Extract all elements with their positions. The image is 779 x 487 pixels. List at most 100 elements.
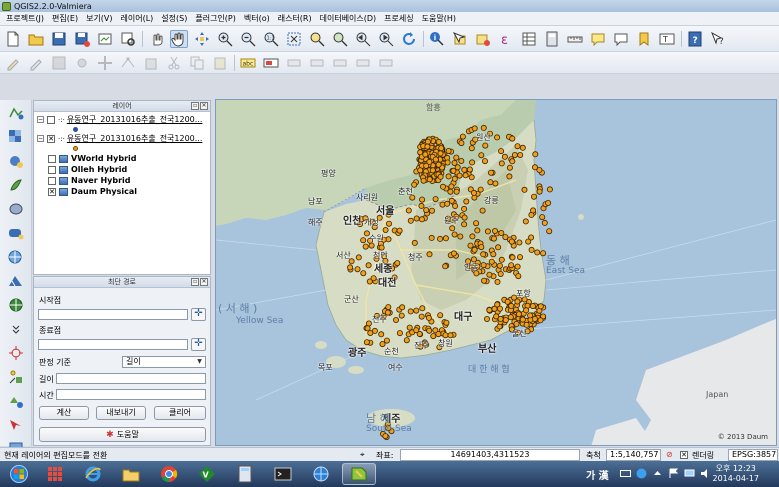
attribute-table-icon[interactable] — [520, 30, 538, 48]
tray-arrow-icon[interactable] — [652, 468, 663, 479]
deselect-icon[interactable] — [474, 30, 492, 48]
menu-edit[interactable]: 편집(E) — [48, 13, 82, 24]
current-edits-icon[interactable] — [4, 54, 22, 72]
taskbar-cmd[interactable] — [266, 463, 300, 485]
crs-status-button[interactable]: EPSG:3857 — [728, 449, 778, 461]
close-panel-button[interactable]: ✕ — [200, 102, 208, 110]
add-wcs-icon[interactable] — [7, 272, 25, 290]
menu-project[interactable]: 프로젝트(J) — [2, 13, 48, 24]
float-panel-button[interactable]: ▫ — [191, 102, 199, 110]
composer-manager-icon[interactable] — [119, 30, 137, 48]
add-wfs-icon[interactable] — [7, 296, 25, 314]
help-tray-icon[interactable] — [636, 468, 647, 479]
zoom-to-selection-icon[interactable] — [308, 30, 326, 48]
gps-icon[interactable] — [7, 344, 25, 362]
node-tool-icon[interactable] — [119, 54, 137, 72]
add-spatialite-icon[interactable] — [7, 176, 25, 194]
add-wms-icon[interactable] — [7, 248, 25, 266]
new-project-icon[interactable] — [4, 30, 22, 48]
zoom-next-icon[interactable] — [377, 30, 395, 48]
toggle-editing-icon[interactable] — [27, 54, 45, 72]
export-button[interactable]: 내보내기 — [96, 406, 146, 420]
identify-icon[interactable]: i — [428, 30, 446, 48]
save-project-icon[interactable] — [50, 30, 68, 48]
new-bookmark-icon[interactable] — [635, 30, 653, 48]
pan-map-icon[interactable] — [170, 29, 188, 48]
expression-select-icon[interactable]: ε — [497, 30, 515, 48]
layer-row[interactable]: Naver Hybrid — [48, 175, 131, 186]
show-hide-labels-icon[interactable] — [308, 54, 326, 72]
new-shapefile-icon[interactable] — [7, 368, 25, 386]
menu-processing[interactable]: 프로세싱 — [380, 13, 417, 24]
save-edits-icon[interactable] — [50, 54, 68, 72]
taskbar-explorer[interactable] — [114, 463, 148, 485]
float-panel-button[interactable]: ▫ — [191, 278, 199, 286]
layer-row[interactable]: Olleh Hybrid — [48, 164, 127, 175]
pan-to-selection-icon[interactable] — [193, 30, 211, 48]
menu-vector[interactable]: 벡터(o) — [240, 13, 274, 24]
menu-raster[interactable]: 래스터(R) — [274, 13, 316, 24]
cut-features-icon[interactable] — [165, 54, 183, 72]
text-annotation-icon[interactable]: T — [658, 30, 676, 48]
start-point-input[interactable] — [38, 309, 188, 320]
taskbar-vim[interactable]: V — [190, 463, 224, 485]
menu-layer[interactable]: 레이어(L) — [117, 13, 158, 24]
zoom-out-icon[interactable] — [239, 30, 257, 48]
layer-labeling-icon[interactable] — [262, 54, 280, 72]
keyboard-icon[interactable] — [620, 468, 631, 479]
zoom-native-icon[interactable]: 1:1 — [262, 30, 280, 48]
taskbar-apps-grid[interactable] — [38, 463, 72, 485]
taskbar-browser[interactable] — [304, 463, 338, 485]
taskbar-chrome[interactable] — [152, 463, 186, 485]
move-label-icon[interactable] — [331, 54, 349, 72]
add-oracle-icon[interactable] — [7, 224, 25, 242]
layer-visibility-checkbox[interactable] — [48, 154, 56, 163]
delete-selected-icon[interactable] — [142, 54, 160, 72]
layer-row[interactable]: VWorld Hybrid — [48, 153, 136, 164]
layer-row[interactable]: ✕ Daum Physical — [48, 186, 137, 197]
paste-features-icon[interactable] — [211, 54, 229, 72]
pick-end-point-button[interactable]: ✛ — [191, 338, 206, 351]
scale-field[interactable]: 1:5,140,757 — [606, 449, 661, 461]
label-abc-icon[interactable]: abc — [239, 54, 257, 72]
add-mssql-icon[interactable] — [7, 200, 25, 218]
system-clock[interactable]: 오후 12:23 2014-04-17 — [713, 464, 760, 484]
coordinate-toggle-icon[interactable]: ⌖ — [360, 450, 365, 460]
select-features-icon[interactable] — [451, 30, 469, 48]
add-raster-layer-icon[interactable] — [7, 128, 25, 146]
move-feature-icon[interactable] — [96, 54, 114, 72]
layer-visibility-checkbox[interactable] — [48, 176, 56, 185]
field-calculator-icon[interactable] — [543, 30, 561, 48]
menu-plugins[interactable]: 플러그인(P) — [191, 13, 240, 24]
end-point-input[interactable] — [38, 339, 188, 350]
taskbar-ie[interactable] — [76, 463, 110, 485]
stop-render-icon[interactable]: ⊘ — [666, 450, 673, 459]
render-checkbox[interactable]: ✕ — [680, 451, 688, 459]
layer-visibility-checkbox[interactable]: ✕ — [48, 187, 56, 196]
close-panel-button[interactable]: ✕ — [200, 278, 208, 286]
measure-icon[interactable] — [566, 30, 584, 48]
save-as-icon[interactable] — [73, 30, 91, 48]
volume-icon[interactable] — [700, 468, 711, 479]
add-vector-layer-icon[interactable] — [7, 104, 25, 122]
annotation-icon[interactable] — [612, 30, 630, 48]
pin-labels-icon[interactable] — [285, 54, 303, 72]
zoom-in-icon[interactable] — [216, 30, 234, 48]
change-label-icon[interactable] — [377, 54, 395, 72]
menu-view[interactable]: 보기(V) — [82, 13, 116, 24]
calculate-button[interactable]: 계산 — [39, 406, 89, 420]
menu-database[interactable]: 데이터베이스(D) — [316, 13, 381, 24]
zoom-to-layer-icon[interactable] — [331, 30, 349, 48]
open-project-icon[interactable] — [27, 30, 45, 48]
layer-visibility-checkbox[interactable] — [47, 115, 55, 124]
map-canvas[interactable]: 함흥 원산 평양 남포 사리원 해주 개성 서울 인천 춘천 원주 강릉 수원 … — [215, 99, 777, 446]
collapse-toggle[interactable]: − — [37, 135, 44, 142]
new-gpx-icon[interactable] — [7, 416, 25, 434]
copy-features-icon[interactable] — [188, 54, 206, 72]
add-postgis-icon[interactable] — [7, 152, 25, 170]
flag-icon[interactable] — [668, 468, 679, 479]
coordinate-field[interactable]: 14691403,4311523 — [400, 449, 580, 461]
network-icon[interactable] — [684, 468, 695, 479]
collapse-toolbar-icon[interactable] — [7, 320, 25, 338]
zoom-last-icon[interactable] — [354, 30, 372, 48]
